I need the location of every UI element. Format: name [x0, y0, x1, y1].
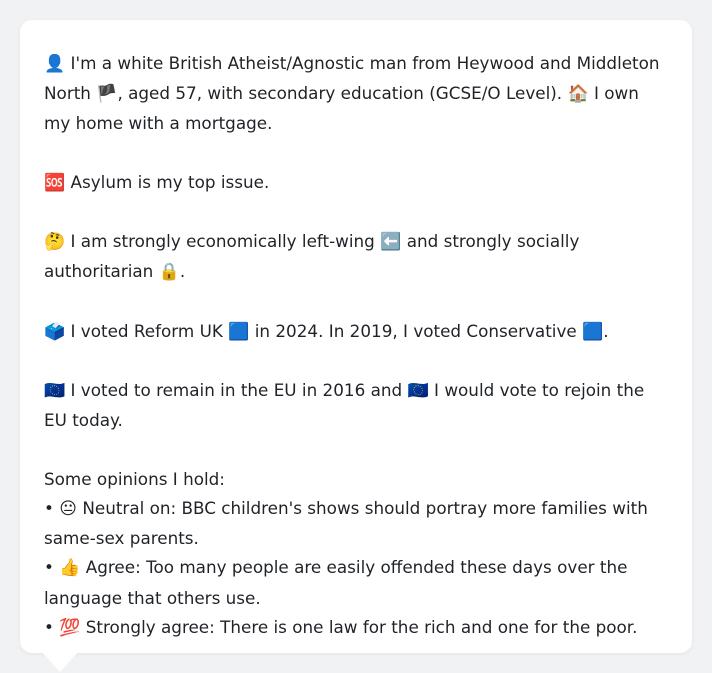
vote-end: . — [603, 320, 609, 341]
eu-paragraph: 🇪🇺 I voted to remain in the EU in 2016 a… — [44, 376, 668, 435]
england-flag-icon: 🏴 — [96, 84, 118, 105]
vote-text-1: I voted Reform UK — [70, 320, 223, 341]
sos-icon: 🆘 — [44, 172, 66, 193]
bullet: • — [44, 497, 54, 518]
intro-paragraph: 👤 I'm a white British Atheist/Agnostic m… — [44, 49, 668, 139]
bullet: • — [44, 616, 54, 637]
opinion-text: Strongly agree: There is one law for the… — [85, 616, 638, 637]
intro-text-2: , aged 57, with secondary education (GCS… — [117, 83, 563, 104]
voting-paragraph: 🗳️ I voted Reform UK 🟦 in 2024. In 2019,… — [44, 317, 668, 347]
blue-square-icon: 🟦 — [228, 321, 250, 342]
vote-text-2: in 2024. In 2019, I voted Conservative — [254, 320, 577, 341]
left-arrow-icon: ⬅️ — [380, 232, 402, 253]
opinion-text: Agree: Too many people are easily offend… — [44, 557, 628, 608]
thinking-face-icon: 🤔 — [44, 232, 66, 253]
opinion-item: • 👍 Agree: Too many people are easily of… — [44, 553, 668, 612]
eu-flag-icon: 🇪🇺 — [44, 381, 66, 402]
profile-card: 👤 I'm a white British Atheist/Agnostic m… — [20, 20, 692, 653]
top-issue-paragraph: 🆘 Asylum is my top issue. — [44, 168, 668, 198]
eu-flag-icon: 🇪🇺 — [407, 381, 429, 402]
ballot-box-icon: 🗳️ — [44, 321, 66, 342]
eu-text-1: I voted to remain in the EU in 2016 and — [70, 380, 403, 401]
person-icon: 👤 — [44, 54, 66, 74]
top-issue-text: Asylum is my top issue. — [70, 171, 270, 192]
politics-paragraph: 🤔 I am strongly economically left-wing ⬅… — [44, 227, 668, 287]
politics-text-1: I am strongly economically left-wing — [70, 231, 375, 252]
opinion-item: • 💯 Strongly agree: There is one law for… — [44, 613, 668, 643]
bullet: • — [44, 557, 54, 578]
house-icon: 🏠 — [567, 84, 589, 105]
politics-end: . — [179, 261, 186, 282]
bubble-tail — [42, 652, 78, 672]
blue-square-icon: 🟦 — [582, 321, 604, 342]
opinion-text: Neutral on: BBC children's shows should … — [44, 497, 648, 549]
thumbs-up-icon: 👍 — [59, 558, 81, 579]
opinions-heading: Some opinions I hold: — [44, 468, 225, 489]
hundred-points-icon: 💯 — [59, 617, 81, 638]
lock-icon: 🔒 — [158, 262, 180, 283]
neutral-face-icon: 😐 — [59, 498, 77, 519]
opinion-item: • 😐 Neutral on: BBC children's shows sho… — [44, 494, 668, 553]
